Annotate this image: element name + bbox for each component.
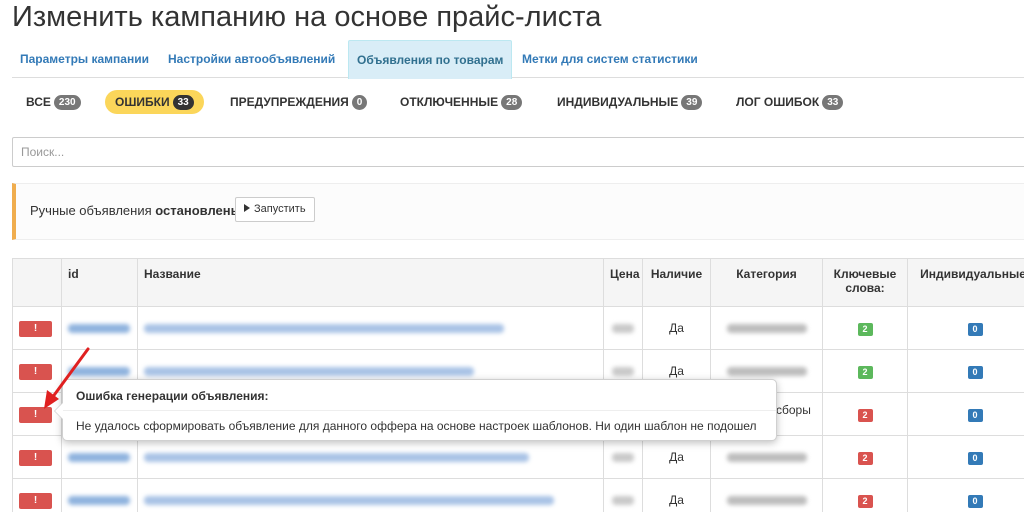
col-header-availability[interactable]: Наличие [642, 258, 711, 307]
redacted-category [726, 496, 807, 506]
col-header-name[interactable]: Название [137, 258, 604, 307]
individual-badge[interactable]: 0 [967, 365, 983, 379]
tooltip-body: Не удалось сформировать объявление для д… [76, 419, 757, 433]
redacted-category [726, 324, 807, 334]
filter-label: ИНДИВИДУАЛЬНЫЕ [557, 95, 679, 109]
count-badge: 39 [681, 95, 703, 110]
tooltip-title: Ошибка генерации объявления: [76, 389, 269, 403]
individual-badge[interactable]: 0 [967, 451, 983, 465]
col-header-price[interactable]: Цена [603, 258, 643, 307]
filter-label: ВСЕ [26, 95, 51, 109]
run-button-label: Запустить [254, 203, 306, 215]
filter-label: ПРЕДУПРЕЖДЕНИЯ [230, 95, 349, 109]
redacted-name[interactable] [144, 367, 474, 377]
redacted-price [612, 453, 634, 463]
alert-prefix: Ручные объявления [30, 203, 152, 218]
redacted-price [612, 496, 634, 506]
redacted-category [726, 367, 807, 377]
count-badge: 230 [53, 95, 81, 110]
redacted-category [726, 453, 807, 463]
col-header-error [12, 258, 62, 307]
col-header-id[interactable]: id [61, 258, 138, 307]
count-badge: 0 [351, 95, 368, 110]
error-button[interactable]: ! [19, 406, 52, 423]
individual-badge[interactable]: 0 [967, 494, 983, 508]
tab-bar: Параметры кампании Настройки автообъявле… [12, 40, 1024, 79]
col-header-individual[interactable]: Индивидуальные: [907, 258, 1024, 307]
keywords-badge[interactable]: 2 [857, 365, 873, 379]
col-header-keywords[interactable]: Ключевые слова: [822, 258, 908, 307]
filter-all[interactable]: ВСЕ 230 [24, 90, 83, 114]
tab-product-ads[interactable]: Объявления по товарам [348, 40, 513, 79]
redacted-name[interactable] [144, 324, 504, 334]
error-button[interactable]: ! [19, 363, 52, 380]
table-header-row: id Название Цена Наличие Категория Ключе… [12, 258, 1024, 307]
individual-badge[interactable]: 0 [967, 322, 983, 336]
individual-badge[interactable]: 0 [967, 408, 983, 422]
error-button[interactable]: ! [19, 449, 52, 466]
redacted-name[interactable] [144, 496, 554, 506]
redacted-name[interactable] [144, 453, 529, 463]
alert-status: остановлены [155, 203, 242, 218]
tooltip-arrow [54, 402, 63, 420]
filter-individual[interactable]: ИНДИВИДУАЛЬНЫЕ 39 [555, 90, 704, 114]
error-button[interactable]: ! [19, 492, 52, 509]
availability-cell: Да [642, 478, 711, 512]
error-tooltip: Ошибка генерации объявления: Не удалось … [54, 379, 777, 441]
filter-label: ОТКЛЮЧЕННЫЕ [400, 95, 499, 109]
tab-campaign-params[interactable]: Параметры кампании [12, 40, 157, 78]
availability-cell: Да [642, 435, 711, 479]
keywords-badge[interactable]: 2 [857, 408, 873, 422]
count-badge: 33 [172, 95, 194, 110]
redacted-id[interactable] [68, 324, 130, 334]
filter-bar: ВСЕ 230 ОШИБКИ 33 ПРЕДУПРЕЖДЕНИЯ 0 ОТКЛЮЧЕН… [12, 90, 1024, 114]
filter-disabled[interactable]: ОТКЛЮЧЕННЫЕ 28 [398, 90, 524, 114]
col-header-category[interactable]: Категория [710, 258, 823, 307]
tooltip-divider [63, 410, 776, 411]
count-badge: 28 [501, 95, 523, 110]
redacted-id[interactable] [68, 496, 130, 506]
filter-errors[interactable]: ОШИБКИ 33 [105, 90, 204, 114]
page-title: Изменить кампанию на основе прайс-листа [12, 1, 602, 33]
category-text: сборы [776, 403, 811, 417]
tab-stat-labels[interactable]: Метки для систем статистики [514, 40, 706, 78]
error-button[interactable]: ! [19, 320, 52, 337]
search-input[interactable] [12, 137, 1024, 167]
table-row: ! Да 2 0 [12, 478, 1024, 512]
play-icon [244, 204, 250, 212]
filter-label: ОШИБКИ [115, 95, 170, 109]
table-row: ! Да 2 0 [12, 306, 1024, 350]
keywords-badge[interactable]: 2 [857, 322, 873, 336]
table-row: ! Да 2 0 [12, 435, 1024, 479]
filter-warnings[interactable]: ПРЕДУПРЕЖДЕНИЯ 0 [228, 90, 369, 114]
redacted-id[interactable] [68, 453, 130, 463]
count-badge: 33 [822, 95, 844, 110]
filter-error-log[interactable]: ЛОГ ОШИБОК 33 [734, 90, 845, 114]
filter-label: ЛОГ ОШИБОК [736, 95, 820, 109]
redacted-price [612, 324, 634, 334]
run-button[interactable]: Запустить [235, 197, 315, 222]
keywords-badge[interactable]: 2 [857, 494, 873, 508]
manual-ads-alert: Ручные объявления остановлены. Запустить [12, 183, 1024, 240]
tab-auto-ads-settings[interactable]: Настройки автообъявлений [160, 40, 343, 78]
alert-text: Ручные объявления остановлены. [30, 203, 245, 218]
redacted-id[interactable] [68, 367, 130, 377]
redacted-price [612, 367, 634, 377]
availability-cell: Да [642, 306, 711, 350]
keywords-badge[interactable]: 2 [857, 451, 873, 465]
